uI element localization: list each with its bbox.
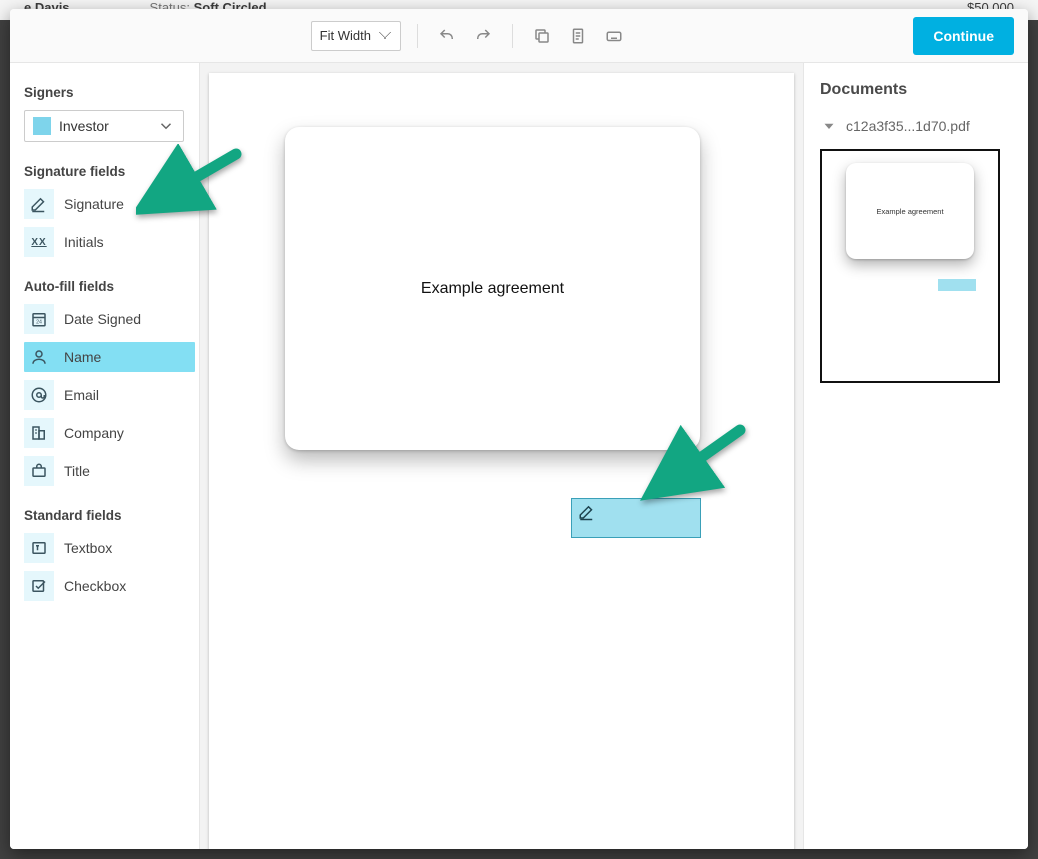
field-label: Initials <box>64 234 104 250</box>
signature-field-list: Signature XX Initials <box>24 189 195 257</box>
company-icon <box>24 418 54 448</box>
signer-select[interactable]: Investor <box>24 110 184 142</box>
copy-icon[interactable] <box>529 23 555 49</box>
field-label: Title <box>64 463 90 479</box>
textbox-icon <box>24 533 54 563</box>
standard-heading: Standard fields <box>24 508 195 523</box>
thumbnail-card: Example agreement <box>846 163 974 259</box>
field-label: Checkbox <box>64 578 126 594</box>
field-title[interactable]: Title <box>24 456 195 486</box>
signature-icon <box>578 503 596 521</box>
thumbnail-placed-field <box>938 279 976 291</box>
signers-heading: Signers <box>24 85 195 100</box>
keyboard-icon[interactable] <box>601 23 627 49</box>
redo-icon[interactable] <box>470 23 496 49</box>
fields-sidebar: Signers Investor Signature fields Signat… <box>10 63 200 849</box>
checkbox-icon <box>24 571 54 601</box>
chevron-down-icon <box>157 117 175 135</box>
card-title: Example agreement <box>421 280 564 298</box>
signature-fields-heading: Signature fields <box>24 164 195 179</box>
autofill-heading: Auto-fill fields <box>24 279 195 294</box>
zoom-select[interactable]: Fit Width <box>311 21 401 51</box>
field-label: Textbox <box>64 540 112 556</box>
field-label: Company <box>64 425 124 441</box>
signature-icon <box>24 189 54 219</box>
signer-color-swatch <box>33 117 51 135</box>
field-company[interactable]: Company <box>24 418 195 448</box>
document-page[interactable]: Example agreement <box>209 73 794 849</box>
field-label: Name <box>64 349 101 365</box>
editor-body: Signers Investor Signature fields Signat… <box>10 63 1028 849</box>
placed-signature-field[interactable] <box>571 498 701 538</box>
document-filename: c12a3f35...1d70.pdf <box>846 118 970 134</box>
autofill-field-list: 24 Date Signed Name Email <box>24 304 195 486</box>
documents-panel: Documents c12a3f35...1d70.pdf Example ag… <box>803 63 1028 849</box>
separator <box>417 24 418 48</box>
initials-icon: XX <box>24 227 54 257</box>
email-icon <box>24 380 54 410</box>
chevron-down-icon <box>820 117 838 135</box>
top-toolbar: Fit Width Continue <box>10 9 1028 63</box>
field-date-signed[interactable]: 24 Date Signed <box>24 304 195 334</box>
standard-field-list: Textbox Checkbox <box>24 533 195 601</box>
signer-select-label: Investor <box>59 118 109 134</box>
editor-modal: Fit Width Continue S <box>10 9 1028 849</box>
field-name[interactable]: Name <box>24 342 195 372</box>
field-label: Signature <box>64 196 124 212</box>
documents-heading: Documents <box>820 81 1012 99</box>
field-textbox[interactable]: Textbox <box>24 533 195 563</box>
document-list-item[interactable]: c12a3f35...1d70.pdf <box>820 117 1012 135</box>
person-icon <box>24 342 54 372</box>
svg-text:24: 24 <box>36 320 42 326</box>
field-initials[interactable]: XX Initials <box>24 227 195 257</box>
calendar-icon: 24 <box>24 304 54 334</box>
title-icon <box>24 456 54 486</box>
field-label: Date Signed <box>64 311 141 327</box>
separator <box>512 24 513 48</box>
field-email[interactable]: Email <box>24 380 195 410</box>
document-icon[interactable] <box>565 23 591 49</box>
document-content-card: Example agreement <box>285 127 700 450</box>
continue-button[interactable]: Continue <box>913 17 1014 55</box>
document-canvas[interactable]: Example agreement <box>200 63 803 849</box>
document-thumbnail[interactable]: Example agreement <box>820 149 1000 383</box>
field-checkbox[interactable]: Checkbox <box>24 571 195 601</box>
field-label: Email <box>64 387 99 403</box>
field-signature[interactable]: Signature <box>24 189 195 219</box>
undo-icon[interactable] <box>434 23 460 49</box>
